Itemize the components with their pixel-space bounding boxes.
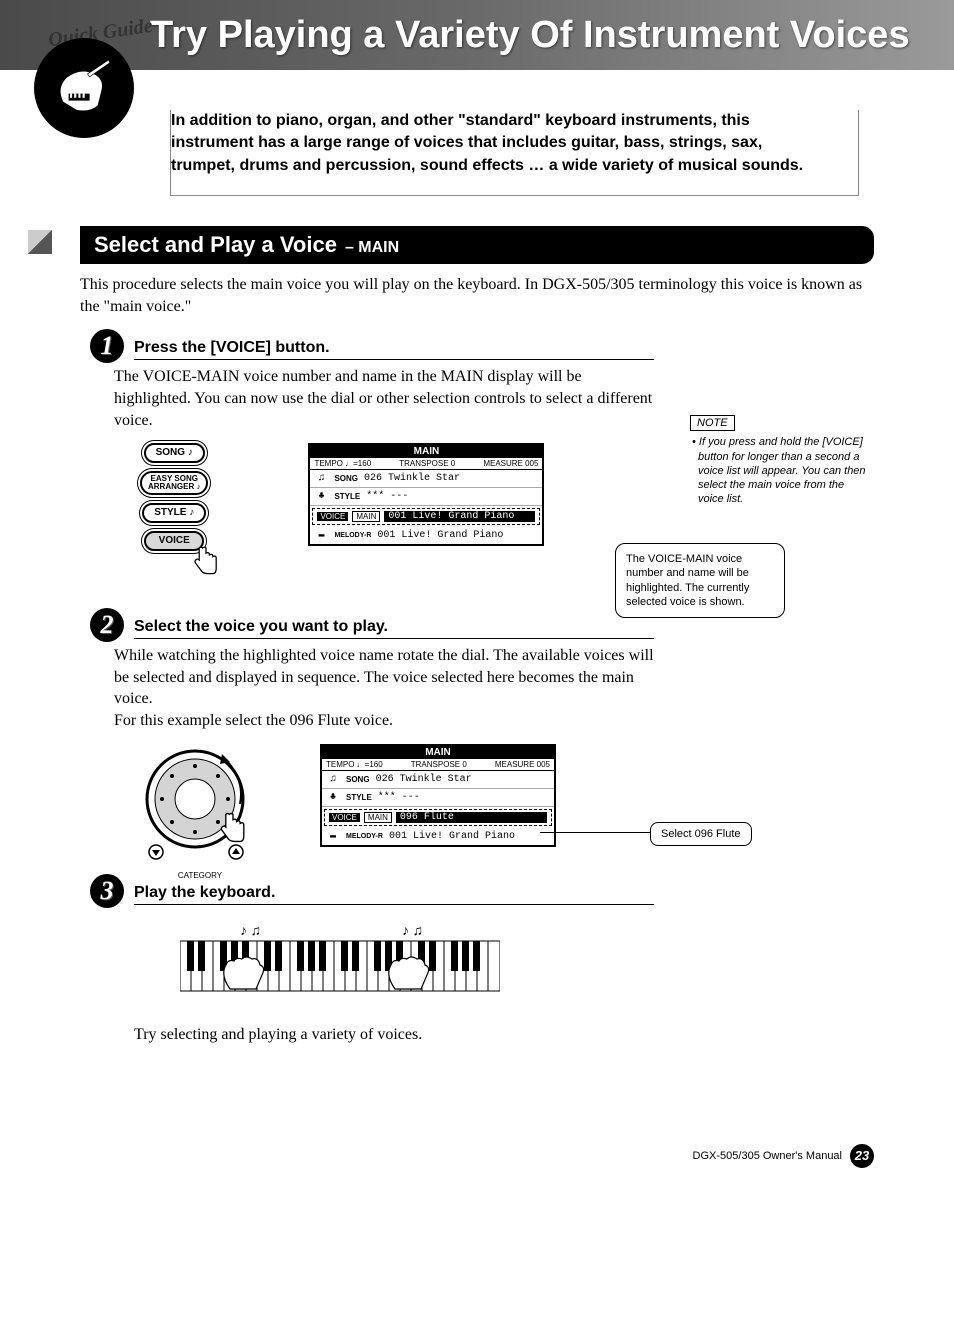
section-subheading: – MAIN [345, 239, 399, 257]
page-title: Try Playing a Variety Of Instrument Voic… [150, 14, 910, 57]
lcd-song-value-2: 026 Twinkle Star [376, 774, 472, 785]
lcd-song-label: SONG [334, 474, 358, 483]
step-1-title: Press the [VOICE] button. [134, 339, 654, 360]
lcd-song-label-2: SONG [346, 775, 370, 784]
step-3: 3 Play the keyboard. ♪ ♫ ♪ ♫ Try selecti… [100, 884, 874, 1044]
music-note-icon: ♫ [314, 473, 328, 484]
lcd-style-value-2: *** --- [378, 792, 420, 803]
music-note-icon: ♫ [326, 774, 340, 785]
step-3-title: Play the keyboard. [134, 884, 654, 905]
lcd-voice-side-label-2: VOICE [329, 813, 360, 822]
style-icon: ♣ [314, 491, 328, 502]
keyboard-illustration: ♪ ♫ ♪ ♫ [180, 923, 874, 1008]
note-body: • If you press and hold the [VOICE] butt… [690, 435, 870, 506]
lcd-measure-2: MEASURE 005 [495, 760, 550, 769]
piano-icon: ▬ [326, 831, 340, 842]
lcd-voice-main-value: 001 Live! Grand Piano [384, 511, 535, 522]
lcd-melody-value: 001 Live! Grand Piano [377, 530, 503, 541]
svg-text:♪ ♫: ♪ ♫ [240, 924, 261, 939]
style-button[interactable]: STYLE ♪ [142, 503, 206, 523]
lcd-style-label-2: STYLE [346, 793, 372, 802]
step-number-3: 3 [90, 874, 124, 908]
lcd-transpose: TRANSPOSE 0 [399, 459, 455, 468]
intro-text: In addition to piano, organ, and other "… [171, 110, 858, 177]
step-2-body-p1: While watching the highlighted voice nam… [114, 647, 654, 707]
intro-box: In addition to piano, organ, and other "… [170, 110, 859, 196]
footer-manual: DGX-505/305 Owner's Manual [693, 1150, 842, 1162]
lcd-voice-tab: MAIN [352, 511, 380, 522]
lcd-header: MAIN [310, 445, 542, 458]
lcd-melody-value-2: 001 Live! Grand Piano [389, 831, 515, 842]
lcd-tempo: TEMPO ♩=160 [314, 459, 371, 468]
callout-2: Select 096 Flute [650, 822, 752, 846]
piano-guitar-icon [34, 38, 134, 138]
piano-icon: ▬ [314, 530, 328, 541]
lcd-display-1: MAIN TEMPO ♩=160 TRANSPOSE 0 MEASURE 005… [308, 443, 544, 546]
lcd-display-2: MAIN TEMPO ♩=160 TRANSPOSE 0 MEASURE 005… [320, 744, 556, 847]
step-1-body: The VOICE-MAIN voice number and name in … [114, 366, 654, 431]
header-banner: Quick Guide Try Playing a Variety Of Ins… [0, 0, 954, 70]
lcd-header-2: MAIN [322, 746, 554, 759]
step-2-title: Select the voice you want to play. [134, 618, 654, 639]
dial-category-label: CATEGORY [140, 871, 260, 880]
section-header: Select and Play a Voice – MAIN [80, 226, 874, 264]
note-box: NOTE • If you press and hold the [VOICE]… [690, 415, 870, 507]
lcd-tempo-2: TEMPO ♩=160 [326, 760, 383, 769]
step-2-body: While watching the highlighted voice nam… [114, 645, 654, 731]
lcd-transpose-2: TRANSPOSE 0 [411, 760, 467, 769]
lcd-melody-label-2: MELODY-R [346, 833, 383, 840]
step-2-body-p2: For this example select the 096 Flute vo… [114, 712, 393, 729]
lcd-melody-label: MELODY-R [334, 532, 371, 539]
style-icon: ♣ [326, 792, 340, 803]
dial-control[interactable]: CATEGORY [140, 744, 260, 864]
page-footer: DGX-505/305 Owner's Manual 23 [0, 1144, 874, 1168]
quick-guide-badge: Quick Guide [18, 10, 138, 130]
section-intro: This procedure selects the main voice yo… [80, 274, 874, 317]
lcd-voice-tab-2: MAIN [364, 812, 392, 823]
lcd-style-label: STYLE [334, 492, 360, 501]
page-number: 23 [850, 1144, 874, 1168]
callout-1: The VOICE-MAIN voice number and name wil… [615, 543, 785, 618]
hand-pointer-icon [189, 543, 223, 582]
section-heading: Select and Play a Voice [94, 232, 337, 258]
easy-song-arranger-button[interactable]: EASY SONG ARRANGER ♪ [140, 471, 208, 495]
step-2: 2 Select the voice you want to play. Whi… [100, 618, 874, 863]
svg-text:♪ ♫: ♪ ♫ [402, 924, 423, 939]
step-3-body: Try selecting and playing a variety of v… [134, 1026, 874, 1044]
step-number-2: 2 [90, 608, 124, 642]
note-label: NOTE [690, 415, 735, 431]
control-buttons: SONG ♪ EASY SONG ARRANGER ♪ STYLE ♪ VOIC… [140, 443, 208, 598]
lcd-voice-main-value-2: 096 Flute [396, 812, 547, 823]
step-number-1: 1 [90, 329, 124, 363]
song-button[interactable]: SONG ♪ [144, 443, 205, 463]
lcd-song-value: 026 Twinkle Star [364, 473, 460, 484]
lcd-measure: MEASURE 005 [483, 459, 538, 468]
lcd-style-value: *** --- [366, 491, 408, 502]
lcd-voice-side-label: VOICE [317, 512, 348, 521]
